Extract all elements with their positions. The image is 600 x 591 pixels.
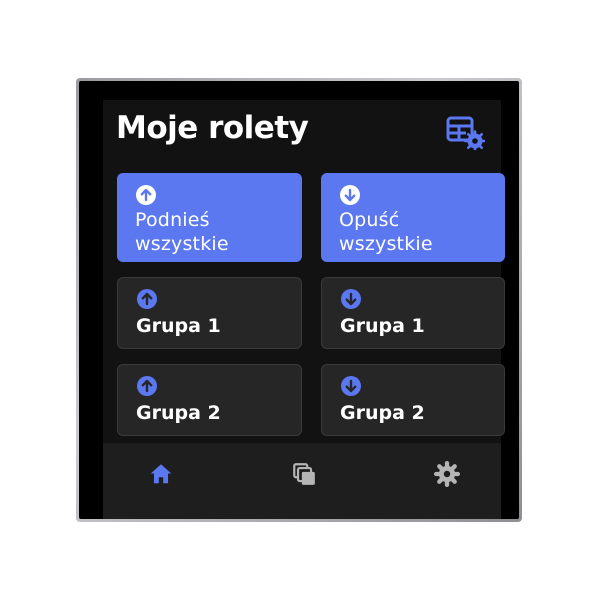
tile-label: Opuść <box>339 209 400 231</box>
tile-label: wszystkie <box>339 233 433 255</box>
arrow-down-circle-icon <box>340 185 360 205</box>
arrow-down-circle-icon <box>341 376 361 396</box>
tile-label: Podnieś <box>135 209 210 231</box>
raise-all-button[interactable]: Podnieś wszystkie <box>117 173 302 262</box>
device-frame: Moje rolety Podnieś wszystkie Opuść wszy… <box>76 78 522 522</box>
tile-label: Grupa 1 <box>136 315 221 337</box>
bottom-nav <box>103 443 501 519</box>
page-title: Moje rolety <box>116 110 309 146</box>
arrow-up-circle-icon <box>137 289 157 309</box>
group-1-raise-button[interactable]: Grupa 1 <box>117 277 302 349</box>
tile-label: Grupa 2 <box>340 402 425 424</box>
lower-all-button[interactable]: Opuść wszystkie <box>321 173 505 262</box>
arrow-up-circle-icon <box>136 185 156 205</box>
tile-label: Grupa 2 <box>136 402 221 424</box>
group-1-lower-button[interactable]: Grupa 1 <box>321 277 505 349</box>
arrow-up-circle-icon <box>137 376 157 396</box>
layers-icon[interactable] <box>291 461 317 487</box>
device-bezel: Moje rolety Podnieś wszystkie Opuść wszy… <box>79 81 519 519</box>
tile-label: Grupa 1 <box>340 315 425 337</box>
group-2-lower-button[interactable]: Grupa 2 <box>321 364 505 436</box>
tile-label: wszystkie <box>135 233 229 255</box>
home-icon[interactable] <box>148 461 174 487</box>
group-2-raise-button[interactable]: Grupa 2 <box>117 364 302 436</box>
arrow-down-circle-icon <box>341 289 361 309</box>
gear-icon[interactable] <box>434 461 460 487</box>
grid-settings-icon[interactable] <box>445 114 485 150</box>
